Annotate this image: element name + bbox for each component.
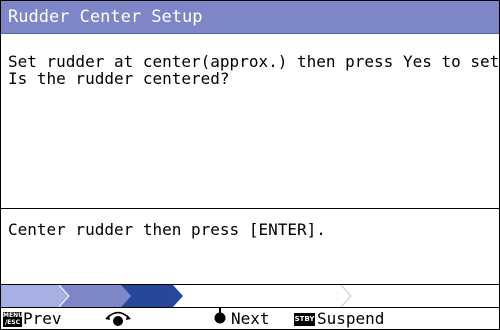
knob-push-icon	[213, 308, 227, 329]
suspend-button[interactable]: STBY Suspend	[294, 308, 385, 329]
progress-step-4	[340, 285, 352, 307]
progress-step-2	[59, 285, 131, 307]
message-area: Set rudder at center(approx.) then press…	[1, 35, 499, 209]
course-knob-icon	[105, 308, 131, 329]
stby-key-icon: STBY	[294, 312, 315, 326]
message-line-1: Set rudder at center(approx.) then press…	[8, 52, 500, 71]
rudder-center-setup-dialog: Rudder Center Setup Set rudder at center…	[0, 0, 500, 330]
prev-label: Prev	[23, 309, 62, 328]
next-button[interactable]: Next	[213, 308, 270, 329]
footer-bar: MENU/ESC Prev Next STBY Suspend	[1, 307, 499, 329]
menu-esc-key-icon: MENU/ESC	[3, 311, 23, 327]
message-line-2: Is the rudder centered?	[8, 69, 230, 88]
dialog-title: Rudder Center Setup	[1, 1, 499, 34]
next-label: Next	[231, 309, 270, 328]
progress-bar	[1, 284, 499, 307]
suspend-label: Suspend	[317, 309, 385, 328]
progress-step-1	[1, 285, 69, 307]
prev-button[interactable]: MENU/ESC Prev	[3, 308, 62, 329]
instruction-text: Center rudder then press [ENTER].	[8, 220, 326, 239]
progress-chevrons	[1, 285, 352, 307]
